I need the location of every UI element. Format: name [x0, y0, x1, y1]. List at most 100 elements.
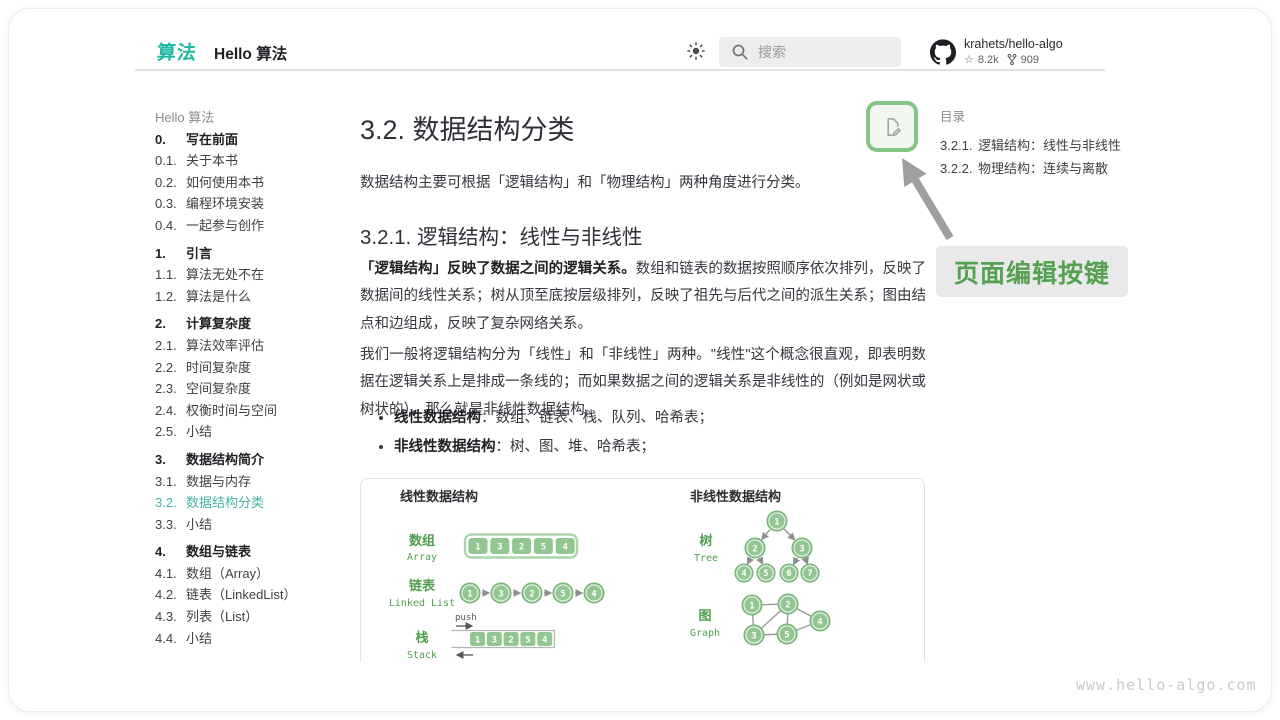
- search-icon: [731, 43, 749, 61]
- svg-text:Tree: Tree: [694, 553, 718, 564]
- bullet-list: 线性数据结构：数组、链表、栈、队列、哈希表；非线性数据结构：树、图、堆、哈希表；: [378, 408, 926, 465]
- fork-icon: [1007, 53, 1017, 66]
- data-structures-figure: 线性数据结构 非线性数据结构 数组 Array 1 3 2 5 4 链表 Lin…: [361, 479, 926, 662]
- array-diagram: 数组 Array 1 3 2 5 4: [407, 533, 577, 563]
- sidebar-item[interactable]: 4.1.数组（Array）: [155, 563, 345, 585]
- svg-text:5: 5: [784, 631, 789, 641]
- svg-text:3: 3: [497, 543, 502, 553]
- file-edit-icon: [880, 115, 904, 139]
- toc-item[interactable]: 3.2.2.物理结构：连续与离散: [940, 157, 1121, 180]
- sidebar-item[interactable]: 2.1.算法效率评估: [155, 335, 345, 357]
- svg-text:1: 1: [475, 543, 480, 553]
- svg-text:2: 2: [519, 543, 524, 553]
- svg-text:5: 5: [763, 569, 768, 579]
- toc-item[interactable]: 3.2.1.逻辑结构：线性与非线性: [940, 134, 1121, 157]
- sidebar-item[interactable]: 3.数据结构简介: [155, 449, 345, 471]
- svg-text:非线性数据结构: 非线性数据结构: [690, 489, 781, 504]
- sidebar-item[interactable]: 0.1.关于本书: [155, 150, 345, 172]
- svg-text:1: 1: [749, 602, 754, 612]
- svg-text:Graph: Graph: [690, 628, 720, 639]
- sidebar-item[interactable]: 2.5.小结: [155, 421, 345, 443]
- svg-text:push: push: [455, 613, 477, 623]
- sidebar-item[interactable]: 4.2.链表（LinkedList）: [155, 584, 345, 606]
- sidebar-item: Hello 算法: [155, 107, 345, 129]
- svg-text:数组: 数组: [409, 533, 435, 548]
- repo-name: krahets/hello-algo: [964, 37, 1063, 51]
- page-title: 3.2. 数据结构分类: [360, 108, 575, 147]
- tree-diagram: 树 Tree 1 2 3 4 5: [694, 511, 819, 582]
- search-input[interactable]: [758, 44, 888, 60]
- svg-text:2: 2: [508, 636, 513, 646]
- svg-text:5: 5: [560, 590, 565, 600]
- sidebar-item[interactable]: 4.数组与链表: [155, 541, 345, 563]
- svg-text:5: 5: [525, 636, 530, 646]
- graph-diagram: 图 Graph 1 2 4 3 5: [690, 594, 830, 645]
- sidebar-item[interactable]: 4.4.小结: [155, 628, 345, 650]
- svg-text:6: 6: [786, 569, 791, 579]
- stack-diagram: 栈 Stack push 1 3 2 5 4: [407, 613, 555, 661]
- svg-text:3: 3: [492, 636, 497, 646]
- star-icon: ☆: [964, 53, 974, 66]
- sidebar-item[interactable]: 0.3.编程环境安装: [155, 193, 345, 215]
- sidebar-item[interactable]: 2.计算复杂度: [155, 313, 345, 335]
- svg-text:3: 3: [751, 632, 756, 642]
- sidebar-item[interactable]: 2.4.权衡时间与空间: [155, 400, 345, 422]
- site-logo[interactable]: 算法: [156, 38, 198, 65]
- sidebar-item[interactable]: 1.引言: [155, 243, 345, 265]
- linked-list-diagram: 链表 Linked List 1 3 2 5 4: [389, 578, 604, 609]
- figure-classification-of-data-structures: 线性数据结构 非线性数据结构 数组 Array 1 3 2 5 4 链表 Lin…: [360, 478, 925, 662]
- repo-stats: ☆ 8.2k 909: [964, 53, 1063, 66]
- svg-text:Stack: Stack: [407, 650, 437, 661]
- svg-text:图: 图: [698, 608, 711, 623]
- svg-text:Linked List: Linked List: [389, 598, 455, 609]
- theme-toggle-button[interactable]: [686, 41, 706, 61]
- search-box[interactable]: [719, 37, 901, 67]
- sidebar-item[interactable]: 0.2.如何使用本书: [155, 172, 345, 194]
- svg-text:7: 7: [807, 569, 812, 579]
- sidebar-item[interactable]: 0.写在前面: [155, 129, 345, 151]
- sidebar-item[interactable]: 1.1.算法无处不在: [155, 264, 345, 286]
- svg-text:1: 1: [774, 518, 779, 528]
- sidebar-item[interactable]: 2.3.空间复杂度: [155, 378, 345, 400]
- svg-text:链表: 链表: [408, 578, 436, 593]
- svg-text:3: 3: [799, 545, 804, 555]
- toc-title: 目录: [940, 106, 1121, 125]
- paragraph-bold-lead: 「逻辑结构」反映了数据之间的逻辑关系。: [360, 261, 636, 277]
- svg-text:4: 4: [542, 636, 548, 646]
- svg-text:4: 4: [562, 543, 568, 553]
- svg-text:树: 树: [699, 533, 712, 548]
- svg-text:1: 1: [475, 636, 480, 646]
- svg-text:Array: Array: [407, 552, 437, 563]
- sidebar-item[interactable]: 3.1.数据与内存: [155, 471, 345, 493]
- svg-text:4: 4: [741, 569, 747, 579]
- svg-text:2: 2: [529, 590, 534, 600]
- sidebar-item[interactable]: 1.2.算法是什么: [155, 286, 345, 308]
- site-title[interactable]: Hello 算法: [214, 42, 287, 64]
- annotation-label: 页面编辑按键: [936, 246, 1128, 297]
- svg-text:5: 5: [541, 543, 546, 553]
- svg-text:栈: 栈: [415, 630, 428, 645]
- svg-text:1: 1: [467, 590, 472, 600]
- paragraph-logical-structure: 「逻辑结构」反映了数据之间的逻辑关系。数组和链表的数据按照顺序依次排列，反映了数…: [360, 256, 926, 338]
- section-heading: 3.2.1. 逻辑结构：线性与非线性: [360, 220, 643, 250]
- github-repo-link[interactable]: krahets/hello-algo ☆ 8.2k 909: [930, 37, 1063, 66]
- fork-count: 909: [1021, 54, 1039, 66]
- sidebar-item[interactable]: 2.2.时间复杂度: [155, 357, 345, 379]
- star-count: 8.2k: [978, 54, 999, 66]
- bullet-item: 线性数据结构：数组、链表、栈、队列、哈希表；: [394, 408, 926, 428]
- page-edit-button[interactable]: [866, 101, 918, 152]
- sun-icon: [686, 41, 706, 61]
- intro-paragraph: 数据结构主要可根据「逻辑结构」和「物理结构」两种角度进行分类。: [360, 172, 926, 195]
- svg-text:2: 2: [785, 601, 790, 611]
- site-watermark: www.hello-algo.com: [1076, 676, 1257, 694]
- sidebar-item[interactable]: 3.3.小结: [155, 514, 345, 536]
- toc: 目录 3.2.1.逻辑结构：线性与非线性3.2.2.物理结构：连续与离散: [940, 106, 1121, 180]
- svg-text:4: 4: [817, 618, 823, 628]
- figure-clip: 线性数据结构 非线性数据结构 数组 Array 1 3 2 5 4 链表 Lin…: [360, 478, 927, 662]
- sidebar-item[interactable]: 3.2.数据结构分类: [155, 492, 345, 514]
- toc-list: 3.2.1.逻辑结构：线性与非线性3.2.2.物理结构：连续与离散: [940, 134, 1121, 180]
- svg-text:2: 2: [752, 545, 757, 555]
- sidebar-item[interactable]: 4.3.列表（List）: [155, 606, 345, 628]
- svg-text:线性数据结构: 线性数据结构: [400, 489, 478, 504]
- sidebar-item[interactable]: 0.4.一起参与创作: [155, 215, 345, 237]
